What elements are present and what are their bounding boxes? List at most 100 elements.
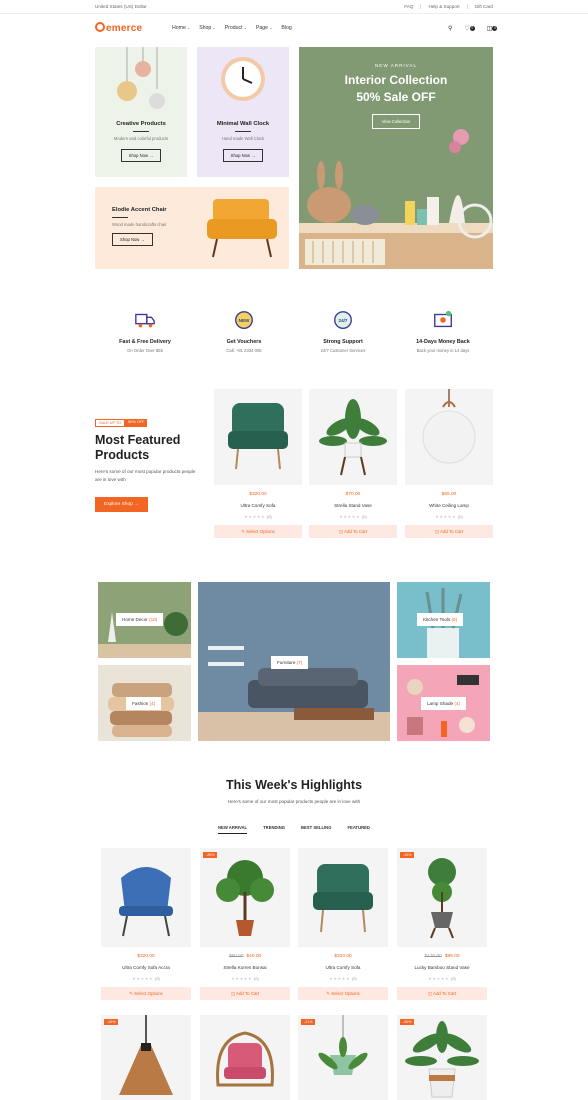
add-to-cart-button[interactable]: ◫ Add To Cart xyxy=(405,525,493,538)
product-card[interactable]: $320.00 Ultra Comfy Sofa ★★★★★ (0) ✎ Sel… xyxy=(214,389,302,538)
nav-shop[interactable]: Shop⌄ xyxy=(199,25,215,31)
select-options-button[interactable]: ✎ Select Options xyxy=(214,525,302,538)
shop-now-button[interactable]: Shop Now → xyxy=(120,149,162,162)
product-name[interactable]: Lucky Bamboo Stand Vase xyxy=(397,965,487,970)
product-rating: ★★★★★ (0) xyxy=(132,976,160,981)
money-back-icon xyxy=(434,310,452,328)
add-to-cart-button[interactable]: ◫ Add To Cart xyxy=(309,525,397,538)
product-image[interactable] xyxy=(397,1015,487,1100)
product-card[interactable]: -21% xyxy=(298,1015,388,1100)
category-label: Home Decor (10) xyxy=(116,613,164,626)
product-image[interactable] xyxy=(298,848,388,947)
product-rating: ★★★★★ (0) xyxy=(339,514,367,519)
explore-shop-button[interactable]: Explore Shop → xyxy=(95,497,148,512)
highlights-header: This Week's Highlights Here's some of ou… xyxy=(0,778,588,804)
shop-now-button[interactable]: Shop Now → xyxy=(222,149,264,162)
product-card[interactable]: $70.00 Strella Stand Vase ★★★★★ (0) ◫ Ad… xyxy=(309,389,397,538)
bamboo-plant-image xyxy=(428,858,456,939)
feature-subtitle: Back your money in 14 days xyxy=(416,348,470,353)
select-options-button[interactable]: ✎ Select Options xyxy=(298,987,388,1000)
section-title: This Week's Highlights xyxy=(225,778,363,792)
product-image[interactable] xyxy=(200,1015,290,1100)
tab-best-selling[interactable]: BEST SELLING xyxy=(301,825,331,834)
product-card[interactable]: -20% $50.00 $40.00 Strella Korres Bonsai … xyxy=(200,848,290,1000)
potted-plant-image xyxy=(405,1021,479,1098)
product-image[interactable] xyxy=(101,848,191,947)
hero-title: Interior Collection xyxy=(344,73,448,87)
product-name[interactable]: Ultra Comfy Sofa xyxy=(214,503,302,508)
cart-count: 0 xyxy=(492,26,498,31)
product-name[interactable]: Strella Stand Vase xyxy=(309,503,397,508)
feature-subtitle: 24/7 Customer Services xyxy=(320,348,366,353)
nav-home[interactable]: Home⌄ xyxy=(172,25,190,31)
add-to-cart-button[interactable]: ◫ Add To Cart xyxy=(200,987,290,1000)
add-to-cart-button[interactable]: ◫ Add To Cart xyxy=(397,987,487,1000)
hero-card-chair: Elodie Accent Chair Wood made handicraft… xyxy=(95,187,289,269)
tab-new-arrival[interactable]: NEW ARRIVAL xyxy=(218,825,248,834)
currency-selector[interactable]: United States (US) Dollar xyxy=(95,4,147,9)
hero-eyebrow: NEW ARRIVAL xyxy=(374,63,418,68)
cart-button[interactable]: ◫ 0 xyxy=(487,25,498,32)
category-lamp-shade[interactable]: Lamp Shade (4) xyxy=(397,665,490,741)
feature-vouchers: NEW Get Vouchers Call: +91 2334 005 xyxy=(199,309,289,353)
sale-tag: SALE UP TO xyxy=(95,419,126,427)
product-name[interactable]: Ultra Comfy Sofa Accra xyxy=(101,965,191,970)
product-card[interactable]: $320.00 Ultra Comfy Sofa ★★★★★ (0) ✎ Sel… xyxy=(298,848,388,1000)
product-image[interactable] xyxy=(214,389,302,485)
product-image[interactable] xyxy=(101,1015,191,1100)
ceiling-lamp-image xyxy=(422,389,476,464)
product-card[interactable]: $320.00 Ultra Comfy Sofa Accra ★★★★★ (0)… xyxy=(101,848,191,1000)
category-fashion[interactable]: Fashion (4) xyxy=(98,665,191,741)
select-options-button[interactable]: ✎ Select Options xyxy=(101,987,191,1000)
site-header: emerce Home⌄ Shop⌄ Product⌄ Page⌄ Blog ⚲… xyxy=(0,14,588,44)
wall-clock-image xyxy=(221,57,265,101)
logo[interactable]: emerce xyxy=(95,22,142,34)
discount-badge: -21% xyxy=(301,1019,316,1025)
product-card[interactable]: -10% $130.00 $99.00 Lucky Bamboo Stand Va… xyxy=(397,848,487,1000)
armchair-image xyxy=(313,864,373,933)
discount-badge: -10% xyxy=(104,1019,119,1025)
product-price: $70.00 xyxy=(345,492,361,497)
product-name[interactable]: White Ceiling Lamp xyxy=(405,503,493,508)
discount-badge: -30% xyxy=(400,1019,415,1025)
chevron-down-icon: ⌄ xyxy=(186,25,191,30)
category-furniture[interactable]: Furniture (7) xyxy=(198,582,390,741)
search-icon[interactable]: ⚲ xyxy=(448,25,452,32)
product-image[interactable] xyxy=(309,389,397,485)
product-card[interactable] xyxy=(200,1015,290,1100)
blue-armchair-image xyxy=(119,867,173,937)
product-price: $320.00 xyxy=(334,954,352,959)
shop-now-button[interactable]: Shop Now → xyxy=(112,233,153,246)
wishlist-button[interactable]: ♡ 0 xyxy=(464,25,475,32)
product-card[interactable]: -30% xyxy=(397,1015,487,1100)
product-image[interactable] xyxy=(405,389,493,485)
category-kitchen-tools[interactable]: Kitchen Tools (9) xyxy=(397,582,490,658)
hero-card-title: Creative Products xyxy=(116,121,166,127)
feature-title: Fast & Free Delivery xyxy=(119,339,171,345)
product-name[interactable]: Strella Korres Bonsai xyxy=(200,965,290,970)
nav-page[interactable]: Page⌄ xyxy=(256,25,272,31)
help-link[interactable]: Help & Support xyxy=(420,4,460,9)
tab-trending[interactable]: TRENDING xyxy=(263,825,285,834)
product-image[interactable] xyxy=(397,848,487,947)
tab-featured[interactable]: FEATURED xyxy=(347,825,370,834)
product-price: $320.00 xyxy=(249,492,267,497)
nav-product[interactable]: Product⌄ xyxy=(225,25,247,31)
product-price: $130.00 $99.00 xyxy=(424,954,460,959)
hanging-plant-image xyxy=(318,1015,368,1075)
product-image[interactable] xyxy=(298,1015,388,1100)
product-card[interactable]: -10% xyxy=(101,1015,191,1100)
faq-link[interactable]: FAQ xyxy=(404,4,413,9)
product-card[interactable]: $65.00 White Ceiling Lamp ★★★★★ (0) ◫ Ad… xyxy=(405,389,493,538)
nav-blog[interactable]: Blog xyxy=(281,25,291,31)
voucher-icon: NEW xyxy=(235,311,253,329)
category-home-decor[interactable]: Home Decor (10) xyxy=(98,582,191,658)
chevron-down-icon: ⌄ xyxy=(243,25,247,30)
product-name[interactable]: Ultra Comfy Sofa xyxy=(298,965,388,970)
section-description: Here's some of our most popular products… xyxy=(227,799,361,804)
armchair-image xyxy=(228,403,288,470)
product-image[interactable] xyxy=(200,848,290,947)
feature-money-back: 14-Days Money Back Back your money in 14… xyxy=(398,309,488,353)
highlights-tabs: NEW ARRIVAL TRENDING BEST SELLING FEATUR… xyxy=(0,825,588,834)
gift-card-link[interactable]: Gift Card xyxy=(466,4,493,9)
